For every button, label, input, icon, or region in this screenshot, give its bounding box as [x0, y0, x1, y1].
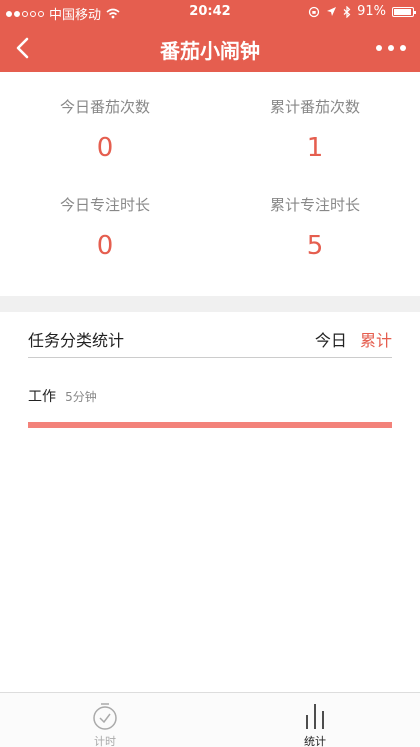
category-item: 工作 5分钟 — [28, 386, 392, 428]
category-bar-fill — [28, 422, 392, 428]
section-divider — [0, 296, 420, 312]
category-name: 工作 — [28, 389, 56, 405]
tab-timer[interactable]: 计时 — [0, 693, 210, 747]
status-bar: 中国移动 20:42 91% — [0, 0, 420, 24]
stat-today-count: 今日番茄次数 0 — [0, 96, 210, 163]
tab-stats-label: 统计 — [304, 735, 326, 747]
page-title: 番茄小闹钟 — [160, 39, 260, 63]
toggle-today[interactable]: 今日 — [315, 331, 347, 350]
stat-label: 今日番茄次数 — [59, 98, 150, 116]
status-right: 91% — [308, 4, 416, 19]
stat-label: 累计番茄次数 — [269, 98, 360, 116]
clock-check-icon — [93, 703, 117, 730]
stat-value: 0 — [96, 231, 114, 261]
category-section-header: 任务分类统计 今日 累计 — [28, 312, 392, 358]
category-bar-track — [28, 422, 392, 428]
category-duration: 5分钟 — [65, 390, 97, 404]
nav-bar: 番茄小闹钟 — [0, 24, 420, 72]
stat-value: 0 — [96, 133, 114, 163]
bar-chart-icon — [306, 704, 324, 729]
bluetooth-icon — [343, 5, 351, 18]
stat-total-focus: 累计专注时长 5 — [210, 194, 420, 261]
toggle-total[interactable]: 累计 — [360, 331, 392, 350]
tab-stats[interactable]: 统计 — [210, 693, 420, 747]
tab-bar: 计时 统计 — [0, 692, 420, 747]
stats-panel: 今日番茄次数 0 累计番茄次数 1 今日专注时长 0 累计专注时长 5 — [0, 72, 420, 296]
battery-icon — [392, 6, 416, 17]
stat-today-focus: 今日专注时长 0 — [0, 194, 210, 261]
stat-label: 累计专注时长 — [269, 196, 360, 214]
more-icon[interactable] — [376, 34, 406, 62]
category-section-title: 任务分类统计 — [28, 331, 125, 350]
tab-timer-label: 计时 — [94, 735, 116, 747]
battery-percent: 91% — [357, 4, 386, 19]
stat-label: 今日专注时长 — [59, 196, 150, 214]
stat-value: 1 — [306, 133, 324, 163]
range-toggle: 今日 累计 — [307, 327, 392, 351]
location-icon — [327, 7, 337, 16]
rotation-lock-icon — [308, 6, 320, 17]
stat-total-count: 累计番茄次数 1 — [210, 96, 420, 163]
stat-value: 5 — [306, 231, 324, 261]
